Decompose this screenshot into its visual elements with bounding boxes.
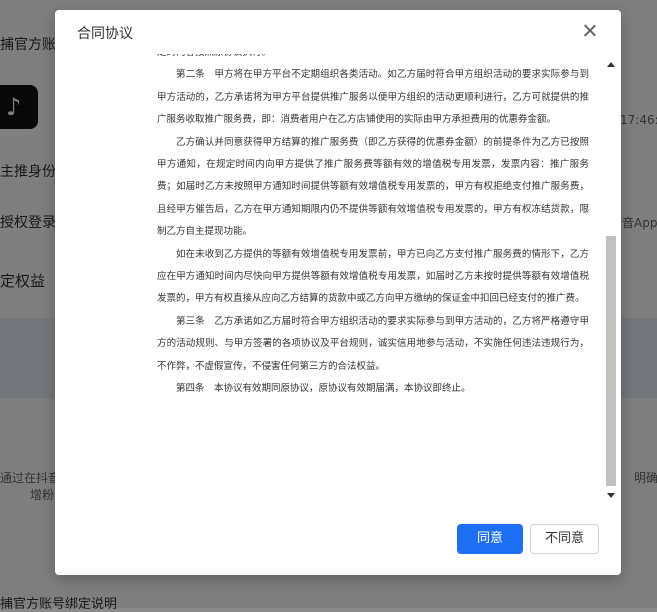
scroll-up-arrow-icon[interactable] bbox=[607, 62, 615, 67]
agreement-paragraph: 乙方确认并同意获得甲方结算的推广服务费（即乙方获得的优惠券金额）的前提条件为乙方… bbox=[157, 136, 589, 238]
agreement-paragraph: 定的内容按照原协议执行。 bbox=[157, 54, 589, 64]
agreement-paragraph: 如在未收到乙方提供的等额有效增值税专用发票前，甲方已向乙方支付推广服务费的情形下… bbox=[157, 248, 589, 305]
disagree-button[interactable]: 不同意 bbox=[530, 524, 599, 554]
agreement-paragraph: 第二条 甲方将在甲方平台不定期组织各类活动。如乙方届时符合甲方组织活动的要求实际… bbox=[157, 69, 589, 126]
agreement-paragraph: 第四条 本协议有效期同原协议，原协议有效期届满，本协议即终止。 bbox=[176, 383, 471, 395]
agree-button[interactable]: 同意 bbox=[457, 524, 523, 554]
scrollbar[interactable] bbox=[604, 56, 618, 502]
close-icon[interactable] bbox=[581, 22, 599, 40]
agreement-text: 定的内容按照原协议执行。 第二条 甲方将在甲方平台不定期组织各类活动。如乙方届时… bbox=[157, 54, 589, 502]
agreement-paragraph: 第三条 乙方承诺如乙方届时符合甲方组织活动的要求实际参与到甲方活动的，乙方将严格… bbox=[157, 315, 589, 372]
modal-header: 合同协议 bbox=[55, 10, 621, 54]
scrollbar-thumb[interactable] bbox=[606, 236, 616, 486]
scroll-down-arrow-icon[interactable] bbox=[607, 493, 615, 498]
contract-modal: 合同协议 定的内容按照原协议执行。 第二条 甲方将在甲方平台不定期组织各类活动。… bbox=[55, 10, 621, 575]
modal-title: 合同协议 bbox=[77, 26, 133, 42]
